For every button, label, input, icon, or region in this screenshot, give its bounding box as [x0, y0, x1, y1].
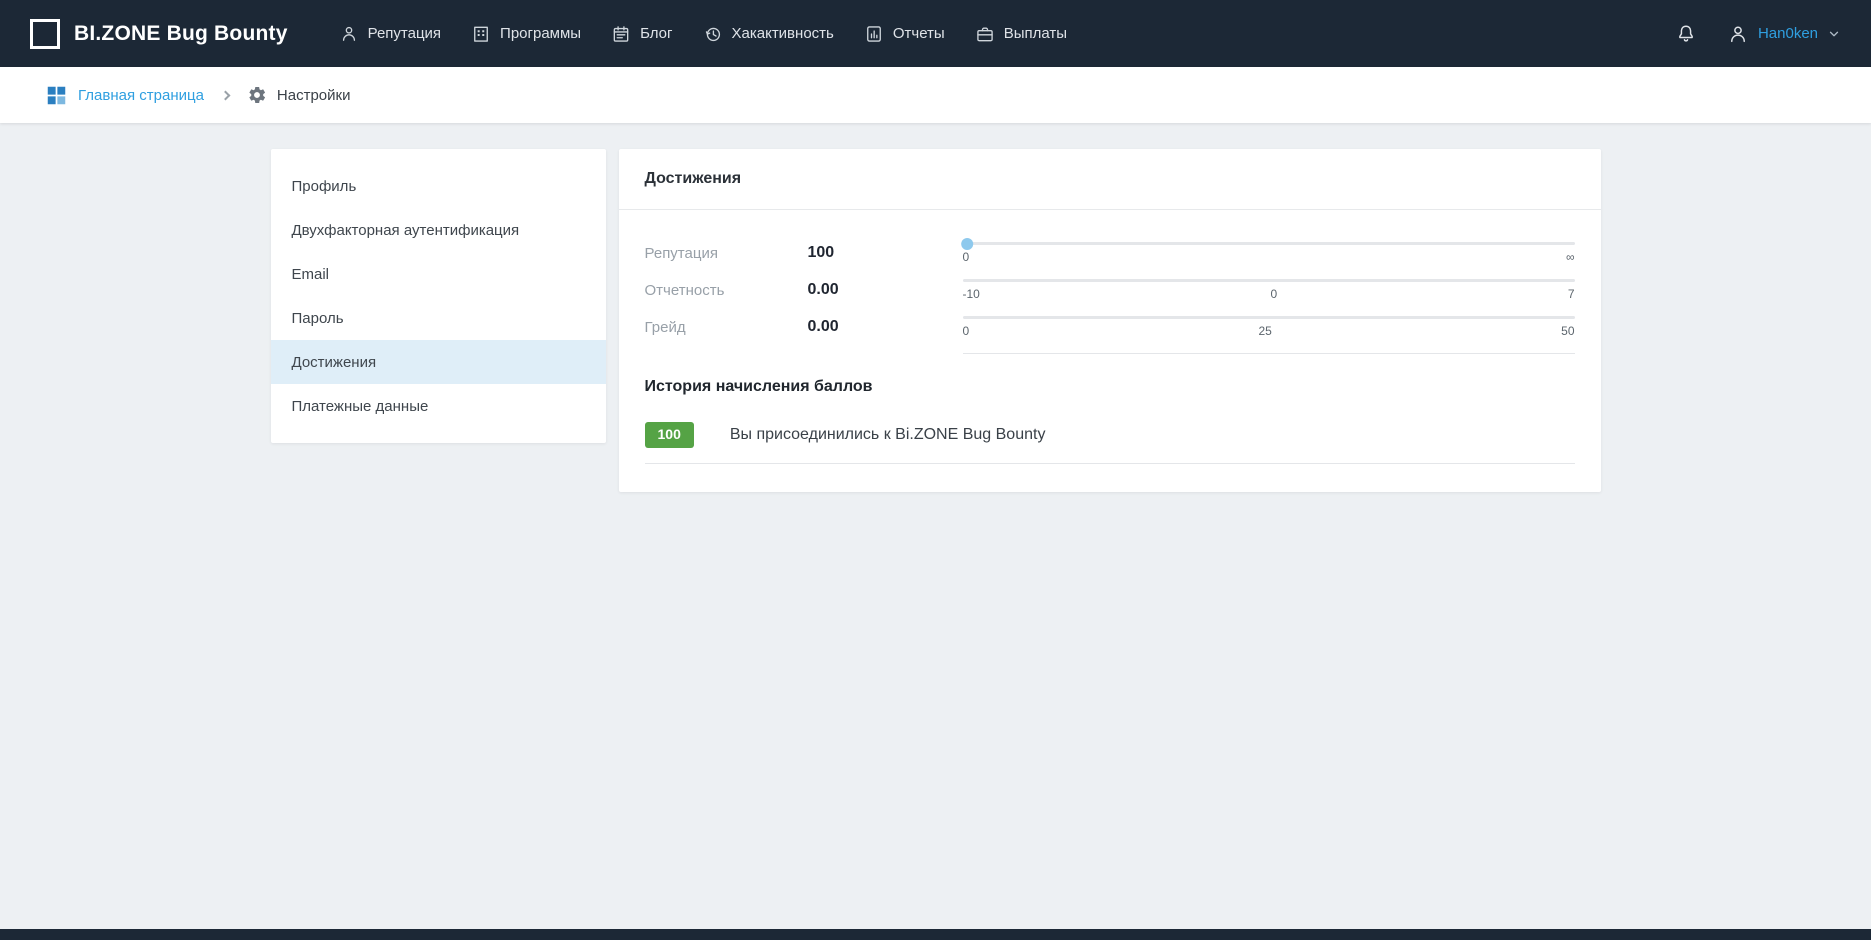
- sidebar-item-label: Профиль: [292, 178, 357, 195]
- nav-item-label: Блог: [640, 25, 672, 42]
- notifications-bell-icon[interactable]: [1675, 23, 1697, 45]
- breadcrumb-current-label: Настройки: [277, 87, 351, 104]
- blog-icon: [611, 24, 631, 44]
- sidebar-item-label: Платежные данные: [292, 398, 429, 415]
- metric-row-grade: Грейд 0.00 0 25 50: [645, 316, 1575, 338]
- nav-item-label: Хакактивность: [732, 25, 834, 42]
- sidebar-item-achievements[interactable]: Достижения: [271, 340, 606, 384]
- sidebar-item-payment-details[interactable]: Платежные данные: [271, 384, 606, 428]
- nav-item-label: Отчеты: [893, 25, 945, 42]
- payouts-icon: [975, 24, 995, 44]
- metric-label: Репутация: [645, 245, 808, 262]
- nav-item-reports[interactable]: Отчеты: [849, 14, 960, 54]
- metric-value: 100: [808, 244, 963, 262]
- main-content: Профиль Двухфакторная аутентификация Ema…: [0, 123, 1871, 518]
- dashboard-grid-icon: [46, 85, 67, 106]
- chevron-down-icon: [1827, 27, 1841, 41]
- nav-item-reputation[interactable]: Репутация: [324, 14, 456, 54]
- user-name: Han0ken: [1758, 25, 1818, 42]
- history-text: Вы присоединились к Bi.ZONE Bug Bounty: [730, 426, 1046, 444]
- history-row: 100 Вы присоединились к Bi.ZONE Bug Boun…: [645, 422, 1575, 464]
- scale-max: 7: [1568, 287, 1575, 301]
- metric-label: Отчетность: [645, 282, 808, 299]
- scale-max: ∞: [1566, 250, 1575, 264]
- breadcrumb-separator-icon: [220, 90, 230, 100]
- activity-icon: [703, 24, 723, 44]
- nav-item-label: Репутация: [368, 25, 441, 42]
- nav-item-programs[interactable]: Программы: [456, 14, 596, 54]
- sidebar-item-email[interactable]: Email: [271, 252, 606, 296]
- settings-sidebar: Профиль Двухфакторная аутентификация Ema…: [271, 149, 606, 443]
- sidebar-item-label: Достижения: [292, 354, 377, 371]
- breadcrumb-home-label: Главная страница: [78, 87, 204, 104]
- breadcrumb-home-link[interactable]: Главная страница: [46, 85, 204, 106]
- breadcrumb: Главная страница Настройки: [0, 67, 1871, 123]
- page: BI.ZONE Bug Bounty Репутация Программы Б…: [0, 0, 1871, 940]
- top-navbar: BI.ZONE Bug Bounty Репутация Программы Б…: [0, 0, 1871, 67]
- nav-item-activity[interactable]: Хакактивность: [688, 14, 849, 54]
- metric-value: 0.00: [808, 281, 963, 299]
- metric-value: 0.00: [808, 318, 963, 336]
- reports-icon: [864, 24, 884, 44]
- achievements-panel: Достижения Репутация 100 0 ∞: [619, 149, 1601, 492]
- brand-logo[interactable]: BI.ZONE Bug Bounty: [30, 19, 288, 49]
- slider-track: [963, 316, 1575, 319]
- nav-item-label: Выплаты: [1004, 25, 1067, 42]
- breadcrumb-current: Настройки: [247, 85, 351, 105]
- bizone-logo-icon: [30, 19, 60, 49]
- sidebar-item-password[interactable]: Пароль: [271, 296, 606, 340]
- slider-handle: [961, 238, 973, 250]
- scale-mid: 25: [1258, 324, 1271, 338]
- history-title: История начисления баллов: [645, 378, 1575, 396]
- scale-min: 0: [963, 250, 970, 264]
- slider-scale: 0 25 50: [963, 324, 1575, 338]
- nav-item-blog[interactable]: Блог: [596, 14, 687, 54]
- sidebar-item-label: Пароль: [292, 310, 344, 327]
- navbar-right: Han0ken: [1675, 23, 1841, 45]
- scale-mid: 0: [1270, 287, 1277, 301]
- panel-title: Достижения: [619, 149, 1601, 210]
- sidebar-item-profile[interactable]: Профиль: [271, 164, 606, 208]
- footer-strip: [0, 929, 1871, 940]
- main-nav: Репутация Программы Блог Хакактивность: [324, 14, 1082, 54]
- user-avatar-icon: [1727, 23, 1749, 45]
- scale-min: -10: [963, 287, 980, 301]
- sidebar-item-label: Двухфакторная аутентификация: [292, 222, 520, 239]
- scale-min: 0: [963, 324, 970, 338]
- metric-row-reporting: Отчетность 0.00 -10 0 7: [645, 279, 1575, 301]
- grade-scale-slider: 0 25 50: [963, 316, 1575, 338]
- history-section: История начисления баллов 100 Вы присоед…: [619, 354, 1601, 492]
- slider-track: [963, 242, 1575, 245]
- sidebar-item-two-factor[interactable]: Двухфакторная аутентификация: [271, 208, 606, 252]
- programs-icon: [471, 24, 491, 44]
- metrics-section: Репутация 100 0 ∞: [619, 210, 1601, 354]
- slider-scale: 0 ∞: [963, 250, 1575, 264]
- scale-max: 50: [1561, 324, 1574, 338]
- brand-title: BI.ZONE Bug Bounty: [74, 22, 288, 46]
- nav-item-label: Программы: [500, 25, 581, 42]
- reporting-scale-slider: -10 0 7: [963, 279, 1575, 301]
- reputation-scale-slider: 0 ∞: [963, 242, 1575, 264]
- slider-scale: -10 0 7: [963, 287, 1575, 301]
- reputation-icon: [339, 24, 359, 44]
- nav-item-payouts[interactable]: Выплаты: [960, 14, 1082, 54]
- metric-label: Грейд: [645, 319, 808, 336]
- points-badge: 100: [645, 422, 694, 448]
- gear-icon: [247, 85, 267, 105]
- user-menu[interactable]: Han0ken: [1727, 23, 1841, 45]
- metric-row-reputation: Репутация 100 0 ∞: [645, 242, 1575, 264]
- slider-track: [963, 279, 1575, 282]
- sidebar-item-label: Email: [292, 266, 330, 283]
